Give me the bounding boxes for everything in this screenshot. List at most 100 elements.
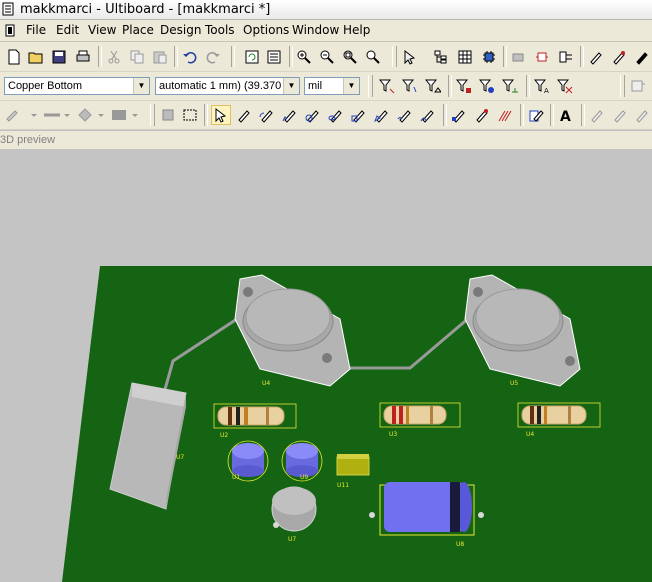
draw-line-button[interactable] — [234, 105, 254, 125]
filter-button-4[interactable] — [454, 76, 474, 96]
title-bar: makkmarci - Ultiboard - [makkmarci *] — [0, 0, 652, 20]
menu-file[interactable]: File — [26, 20, 46, 41]
draw-freehand-button[interactable] — [395, 105, 415, 125]
filter-button-3[interactable] — [423, 76, 443, 96]
save-disk-icon — [52, 50, 66, 64]
zoom-full-icon — [366, 50, 380, 64]
redo-button[interactable] — [203, 47, 223, 67]
filter-button-6[interactable] — [500, 76, 520, 96]
fill-color-dropdown[interactable] — [110, 105, 140, 125]
copy-button[interactable] — [127, 47, 147, 67]
filter-icon — [557, 79, 573, 94]
new-button[interactable] — [4, 47, 24, 67]
square-select-icon — [162, 109, 174, 121]
pcb-3d-render[interactable]: U4 U5 U7 U2 U3 U4 U1 U9 U11 U7 U8 — [0, 149, 652, 582]
follow-me-trace-button[interactable] — [609, 47, 629, 67]
zoom-in-button[interactable] — [294, 47, 314, 67]
menu-place[interactable]: Place — [122, 20, 154, 41]
menu-window[interactable]: Window — [292, 20, 339, 41]
dimension-button-1[interactable] — [587, 105, 607, 125]
fill-dropdown[interactable] — [76, 105, 106, 125]
filter-button-5[interactable] — [477, 76, 497, 96]
unit-select[interactable]: mil ▼ — [304, 77, 360, 95]
draw-polygon-button[interactable] — [372, 105, 392, 125]
design-toolbox-button[interactable] — [431, 47, 451, 67]
draw-trace-button[interactable] — [586, 47, 606, 67]
refresh-button[interactable] — [242, 47, 262, 67]
menu-help[interactable]: Help — [343, 20, 370, 41]
3d-view-button[interactable] — [479, 47, 499, 67]
open-folder-icon — [28, 52, 43, 64]
line-width-icon — [44, 113, 70, 117]
pen-via-icon — [476, 109, 488, 123]
filter-button-1[interactable] — [377, 76, 397, 96]
3d-viewport[interactable]: U4 U5 U7 U2 U3 U4 U1 U9 U11 U7 U8 — [0, 149, 652, 582]
dimension-button-3[interactable] — [632, 105, 652, 125]
draw-rect-button[interactable] — [349, 105, 369, 125]
draw-bezier-button[interactable] — [418, 105, 438, 125]
place-text-button[interactable] — [449, 105, 469, 125]
paste-icon — [153, 51, 167, 64]
select-box-button[interactable] — [180, 105, 200, 125]
connection-machine-button[interactable] — [632, 47, 652, 67]
place-via-button[interactable] — [472, 105, 492, 125]
pen-red-icon — [613, 51, 625, 65]
dim-pen-icon — [591, 110, 603, 123]
place-attribute-button[interactable] — [526, 105, 546, 125]
filter-icon — [425, 79, 441, 93]
overflow-button[interactable] — [628, 76, 648, 96]
draw-arc-button[interactable] — [257, 105, 277, 125]
printer-icon — [76, 50, 90, 62]
menu-design[interactable]: Design — [160, 20, 201, 41]
save-button[interactable] — [49, 47, 69, 67]
filter-icon — [502, 79, 518, 93]
component-ref: U3 — [389, 431, 397, 438]
line-width-dropdown[interactable] — [42, 105, 72, 125]
draw-circle-button[interactable] — [303, 105, 323, 125]
dimension-button-2[interactable] — [610, 105, 630, 125]
open-button[interactable] — [26, 47, 46, 67]
erase-button[interactable] — [495, 105, 515, 125]
preview-title: 3D preview — [0, 134, 56, 146]
chevron-down-icon[interactable]: ▼ — [343, 78, 359, 94]
chevron-down-icon[interactable]: ▼ — [283, 78, 299, 94]
place-part-button[interactable] — [532, 47, 552, 67]
filter-button-7[interactable]: A — [532, 76, 552, 96]
zoom-out-button[interactable] — [317, 47, 337, 67]
spreadsheet-view-button[interactable] — [264, 47, 284, 67]
menu-options[interactable]: Options — [243, 20, 289, 41]
line-style-dropdown[interactable] — [4, 105, 38, 125]
select-button[interactable] — [400, 47, 420, 67]
trace-width-select[interactable]: automatic 1 mm) (39.370 ▼ — [155, 77, 300, 95]
print-button[interactable] — [73, 47, 93, 67]
netlist-button[interactable] — [556, 47, 576, 67]
tree-icon — [434, 50, 447, 64]
new-file-icon — [8, 49, 20, 65]
place-label-button[interactable]: A — [556, 105, 576, 125]
spreadsheet-button[interactable] — [455, 47, 475, 67]
component-ref: U8 — [456, 541, 464, 548]
draw-ellipse-button[interactable] — [326, 105, 346, 125]
zoom-full-button[interactable] — [363, 47, 383, 67]
pointer-tool-button[interactable] — [211, 105, 231, 125]
menu-view[interactable]: View — [88, 20, 116, 41]
grid-icon — [458, 50, 472, 64]
paste-button[interactable] — [150, 47, 170, 67]
zoom-window-button[interactable] — [340, 47, 360, 67]
undo-button[interactable] — [180, 47, 200, 67]
layer-select[interactable]: Copper Bottom ▼ — [4, 77, 150, 95]
document-icon[interactable] — [4, 24, 16, 37]
filter-icon — [456, 79, 471, 93]
filter-button-2[interactable] — [400, 76, 420, 96]
select-lasso-button[interactable] — [158, 105, 178, 125]
menu-tools[interactable]: Tools — [205, 20, 235, 41]
component-ref: U4 — [526, 431, 534, 438]
pencil-line-icon — [6, 110, 37, 122]
filter-button-8[interactable] — [555, 76, 575, 96]
chevron-down-icon[interactable]: ▼ — [133, 78, 149, 94]
component-wizard-button[interactable] — [508, 47, 528, 67]
cut-button[interactable] — [104, 47, 124, 67]
draw-polyline-button[interactable] — [280, 105, 300, 125]
pen-black-icon — [636, 52, 648, 65]
menu-edit[interactable]: Edit — [56, 20, 79, 41]
